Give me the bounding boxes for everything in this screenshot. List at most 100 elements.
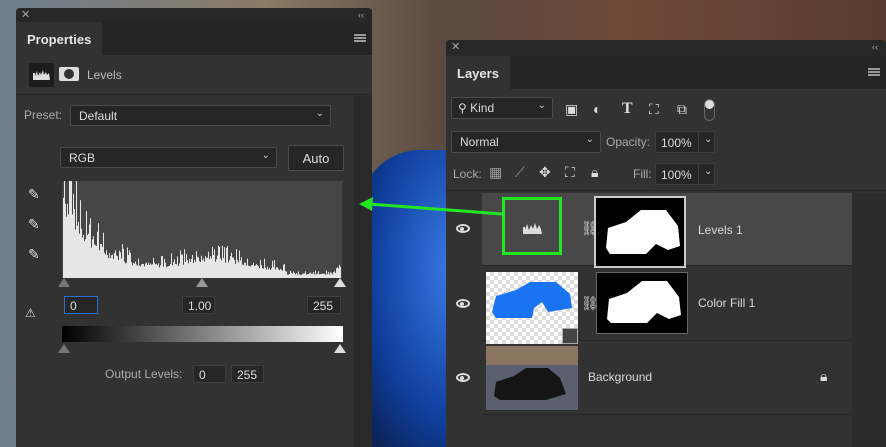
- histogram-bar: [294, 272, 295, 278]
- blend-mode-dropdown[interactable]: Normal ⌄: [451, 131, 601, 153]
- gray-eyedropper-icon[interactable]: ✎: [28, 216, 40, 233]
- white-eyedropper-icon[interactable]: ✎: [28, 246, 40, 263]
- histogram-bar: [310, 272, 311, 278]
- input-white-slider[interactable]: [334, 278, 346, 287]
- lock-artboard-icon[interactable]: ⛶: [565, 164, 575, 181]
- histogram-bar: [167, 266, 168, 278]
- opacity-field[interactable]: 100%: [655, 131, 699, 153]
- layer-name[interactable]: Background: [588, 370, 652, 384]
- histogram-bar: [247, 258, 248, 278]
- lock-move-icon[interactable]: ✥: [539, 164, 551, 181]
- adjustment-filter-icon[interactable]: ◐: [593, 101, 601, 117]
- layer-mask-thumbnail[interactable]: [594, 196, 686, 268]
- histogram-bar: [267, 266, 268, 278]
- histogram-bar: [75, 229, 76, 278]
- histogram-bar: [260, 259, 261, 278]
- output-black-field[interactable]: 0: [193, 365, 226, 383]
- histogram-bar: [265, 267, 266, 278]
- histogram-bar: [292, 273, 293, 278]
- close-icon[interactable]: ✕: [21, 8, 30, 22]
- scrollbar[interactable]: [354, 96, 372, 447]
- histogram-bar: [291, 272, 292, 278]
- output-white-slider[interactable]: [334, 344, 346, 353]
- mask-icon[interactable]: [59, 67, 79, 81]
- histogram-bar: [136, 264, 137, 278]
- layer-name[interactable]: Color Fill 1: [698, 296, 755, 310]
- tab-properties[interactable]: Properties: [16, 22, 103, 55]
- auto-button[interactable]: Auto: [288, 145, 344, 171]
- lock-icon: 🔒︎: [820, 368, 828, 384]
- histogram-bar: [248, 265, 249, 278]
- preset-dropdown[interactable]: Default ⌄: [70, 105, 331, 126]
- type-filter-icon[interactable]: T: [622, 100, 633, 118]
- histogram-bar: [80, 200, 81, 278]
- histogram-bar: [255, 265, 256, 278]
- histogram-bar: [314, 274, 315, 278]
- opacity-chevron-icon[interactable]: ⌄: [698, 131, 715, 153]
- shape-filter-icon[interactable]: ⛶: [649, 101, 659, 118]
- panel-menu-icon[interactable]: [868, 68, 880, 76]
- lock-all-icon[interactable]: 🔒︎: [591, 164, 598, 181]
- histogram-bar: [146, 262, 147, 278]
- layer-row[interactable]: ⛓ Color Fill 1: [456, 268, 852, 344]
- input-black-field[interactable]: 0: [64, 296, 98, 314]
- histogram-bar: [152, 264, 153, 278]
- histogram-bar: [240, 260, 241, 278]
- input-gamma-field[interactable]: 1.00: [182, 296, 215, 314]
- input-black-slider[interactable]: [58, 278, 70, 287]
- black-eyedropper-icon[interactable]: ✎: [28, 186, 40, 203]
- output-black-slider[interactable]: [58, 344, 70, 353]
- input-white-field[interactable]: 255: [307, 296, 341, 314]
- filter-kind-dropdown[interactable]: ⚲ Kind ⌄: [451, 97, 553, 119]
- collapse-icon[interactable]: ‹‹: [358, 8, 364, 22]
- layer-row[interactable]: Background 🔒︎: [456, 342, 852, 415]
- adjustment-header: Levels: [16, 55, 372, 95]
- smart-object-filter-icon[interactable]: ⧉: [677, 101, 687, 118]
- histogram-bar: [105, 254, 106, 278]
- histogram-bar: [216, 259, 217, 278]
- adjustment-thumbnail-highlighted[interactable]: [502, 197, 562, 255]
- chevron-down-icon: ⌄: [315, 108, 324, 119]
- clipping-warning-icon[interactable]: ⚠: [25, 306, 36, 320]
- visibility-eye-icon[interactable]: [456, 299, 470, 308]
- histogram-bar: [191, 258, 192, 278]
- histogram-bar: [192, 254, 193, 278]
- output-white-field[interactable]: 255: [231, 365, 264, 383]
- histogram-bar: [132, 265, 133, 278]
- fill-chevron-icon[interactable]: ⌄: [698, 163, 715, 185]
- scrollbar[interactable]: [852, 193, 886, 447]
- channel-dropdown[interactable]: RGB ⌄: [60, 147, 277, 168]
- histogram-bar: [109, 252, 110, 278]
- background-thumbnail[interactable]: [486, 346, 578, 410]
- histogram-bar: [182, 254, 183, 278]
- filter-toggle[interactable]: [704, 99, 715, 121]
- histogram-bar: [269, 268, 270, 278]
- histogram-bar: [173, 261, 174, 278]
- pixel-filter-icon[interactable]: ▣: [565, 101, 578, 118]
- lock-transparent-icon[interactable]: ▦: [489, 164, 502, 181]
- layer-mask-thumbnail[interactable]: [596, 272, 688, 334]
- histogram-bar: [254, 265, 255, 278]
- histogram-bar: [85, 239, 86, 278]
- fill-field[interactable]: 100%: [655, 163, 699, 185]
- histogram-bar: [183, 264, 184, 278]
- input-gamma-slider[interactable]: [196, 278, 208, 287]
- visibility-eye-icon[interactable]: [456, 224, 470, 233]
- layer-row[interactable]: ⛓ Levels 1: [456, 193, 852, 268]
- histogram-bar: [95, 245, 96, 278]
- histogram-bar: [84, 240, 85, 278]
- histogram-bar: [246, 265, 247, 278]
- histogram-bar: [200, 262, 201, 278]
- histogram-bar: [118, 260, 119, 278]
- histogram-bar: [107, 255, 108, 278]
- tab-layers[interactable]: Layers: [446, 56, 510, 89]
- levels-icon[interactable]: [29, 63, 54, 87]
- lock-brush-icon[interactable]: ⟋: [515, 164, 525, 181]
- collapse-icon[interactable]: ‹‹: [872, 40, 878, 54]
- panel-menu-icon[interactable]: [354, 34, 366, 42]
- visibility-eye-icon[interactable]: [456, 373, 470, 382]
- layer-name[interactable]: Levels 1: [698, 223, 743, 237]
- close-icon[interactable]: ✕: [451, 40, 460, 54]
- fill-thumbnail[interactable]: [486, 272, 578, 344]
- histogram-bar: [131, 262, 132, 278]
